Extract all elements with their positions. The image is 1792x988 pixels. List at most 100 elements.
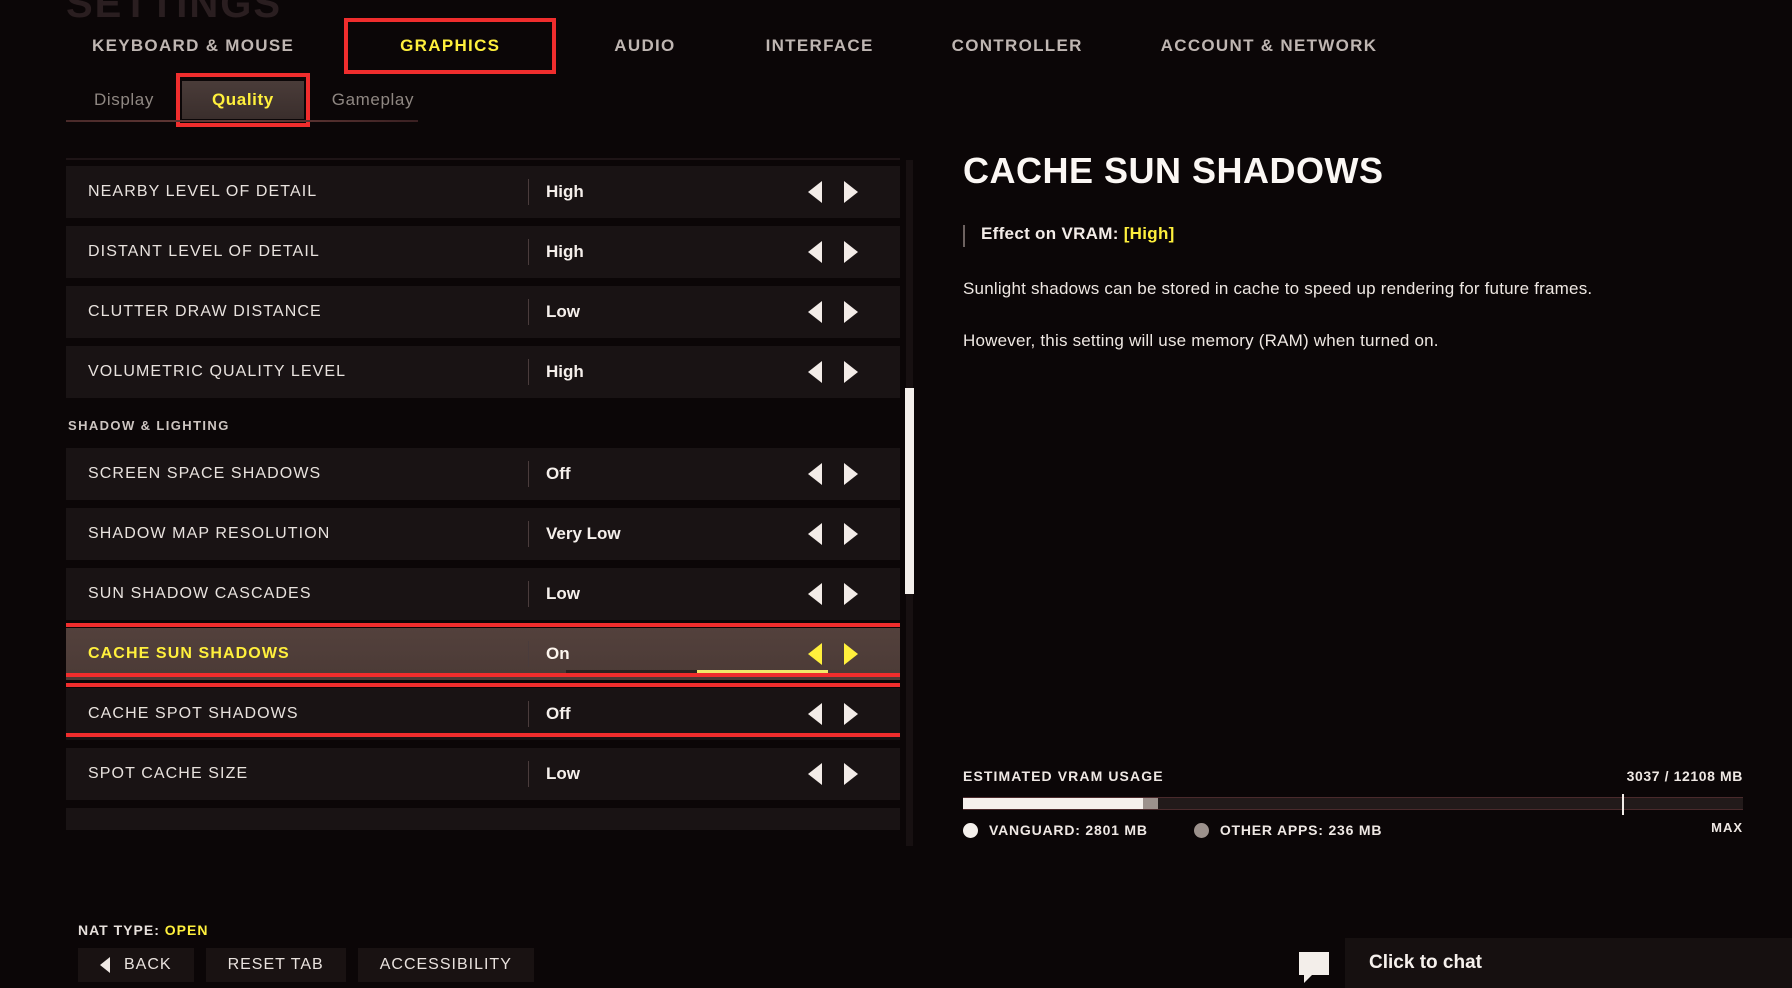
arrow-right-icon[interactable] (844, 643, 858, 665)
setting-row-shadow-map-resolution[interactable]: SHADOW MAP RESOLUTION Very Low (66, 508, 900, 560)
chat-prompt-label: Click to chat (1369, 952, 1482, 973)
detail-panel: CACHE SUN SHADOWS Effect on VRAM: [High]… (963, 150, 1743, 353)
row-divider (528, 299, 529, 325)
vram-meter: ESTIMATED VRAM USAGE 3037 / 12108 MB VAN… (963, 768, 1743, 838)
nat-type: NAT TYPE: OPEN (78, 922, 208, 938)
chat-bar[interactable]: Click to chat (1283, 938, 1792, 988)
tab-controller[interactable]: CONTROLLER (926, 26, 1109, 66)
setting-label: CLUTTER DRAW DISTANCE (88, 303, 322, 320)
setting-arrows (808, 241, 858, 263)
subtab-quality[interactable]: Quality (181, 81, 304, 119)
setting-row-nearby-level-of-detail[interactable]: NEARBY LEVEL OF DETAIL High (66, 166, 900, 218)
setting-row-partial[interactable] (66, 808, 900, 830)
setting-value: Low (546, 764, 580, 783)
arrow-right-icon[interactable] (844, 523, 858, 545)
list-top-divider (66, 158, 900, 160)
setting-row-screen-space-shadows[interactable]: SCREEN SPACE SHADOWS Off (66, 448, 900, 500)
legend-dot-icon (1193, 822, 1209, 838)
row-divider (528, 761, 529, 787)
setting-row-clutter-draw-distance[interactable]: CLUTTER DRAW DISTANCE Low (66, 286, 900, 338)
setting-value: High (546, 242, 584, 261)
setting-label: SUN SHADOW CASCADES (88, 585, 312, 602)
vram-meter-readout: 3037 / 12108 MB (1626, 768, 1743, 784)
tab-interface[interactable]: INTERFACE (740, 26, 900, 66)
arrow-left-icon[interactable] (808, 241, 822, 263)
tab-keyboard-mouse-wrap: KEYBOARD & MOUSE (0, 26, 320, 66)
setting-value: Low (546, 302, 580, 321)
setting-value: On (546, 644, 570, 663)
reset-tab-button[interactable]: RESET TAB (205, 948, 346, 982)
setting-label: SPOT CACHE SIZE (88, 765, 249, 782)
arrow-left-icon[interactable] (808, 703, 822, 725)
setting-label: NEARBY LEVEL OF DETAIL (88, 183, 318, 200)
tab-audio[interactable]: AUDIO (588, 26, 701, 66)
sub-tab-bar: Display Quality Gameplay (66, 73, 442, 127)
arrow-right-icon[interactable] (844, 241, 858, 263)
back-button[interactable]: BACK (78, 948, 194, 982)
legend-dot-icon (963, 822, 978, 838)
row-divider (528, 359, 529, 385)
subtab-gameplay[interactable]: Gameplay (304, 81, 442, 119)
accessibility-button-label: ACCESSIBILITY (379, 956, 512, 973)
arrow-right-icon[interactable] (844, 583, 858, 605)
setting-row-spot-cache-size[interactable]: SPOT CACHE SIZE Low (66, 748, 900, 800)
arrow-left-icon[interactable] (808, 301, 822, 323)
vram-legend-vanguard-label: VANGUARD: 2801 MB (989, 822, 1148, 838)
tab-audio-wrap: AUDIO (544, 26, 701, 66)
arrow-right-icon[interactable] (844, 703, 858, 725)
tab-keyboard-mouse[interactable]: KEYBOARD & MOUSE (66, 26, 320, 66)
setting-arrows (808, 181, 858, 203)
setting-row-volumetric-quality-level[interactable]: VOLUMETRIC QUALITY LEVEL High (66, 346, 900, 398)
setting-scrub-fill (697, 670, 828, 675)
subtab-underline (66, 120, 418, 122)
subtab-display[interactable]: Display (66, 81, 182, 119)
setting-value: High (546, 182, 584, 201)
detail-vram-value: [High] (1123, 224, 1175, 243)
row-divider (528, 179, 529, 205)
setting-scrub-bar[interactable] (566, 670, 828, 675)
arrow-left-icon[interactable] (808, 643, 822, 665)
setting-row-sun-shadow-cascades[interactable]: SUN SHADOW CASCADES Low (66, 568, 900, 620)
arrow-right-icon[interactable] (844, 301, 858, 323)
vram-max-label: MAX (1711, 820, 1743, 835)
tab-account-network[interactable]: ACCOUNT & NETWORK (1135, 26, 1404, 66)
chat-panel[interactable]: Click to chat (1345, 938, 1792, 988)
arrow-left-icon[interactable] (808, 523, 822, 545)
tab-controller-wrap: CONTROLLER (900, 26, 1109, 66)
detail-title: CACHE SUN SHADOWS (963, 150, 1384, 191)
setting-label: VOLUMETRIC QUALITY LEVEL (88, 363, 347, 380)
tab-graphics[interactable]: GRAPHICS (356, 26, 544, 66)
row-divider (528, 581, 529, 607)
setting-row-cache-sun-shadows[interactable]: CACHE SUN SHADOWS On (66, 628, 900, 680)
setting-row-distant-level-of-detail[interactable]: DISTANT LEVEL OF DETAIL High (66, 226, 900, 278)
arrow-left-icon[interactable] (808, 763, 822, 785)
settings-list: NEARBY LEVEL OF DETAIL High DISTANT LEVE… (66, 158, 900, 848)
vram-segment-vanguard (963, 798, 1144, 809)
setting-row-cache-spot-shadows[interactable]: CACHE SPOT SHADOWS Off (66, 688, 900, 740)
row-divider (528, 701, 529, 727)
arrow-left-icon[interactable] (808, 583, 822, 605)
row-divider (528, 641, 529, 667)
footer-button-bar: BACK RESET TAB ACCESSIBILITY (78, 948, 534, 982)
arrow-left-icon[interactable] (808, 463, 822, 485)
setting-value: Low (546, 584, 580, 603)
setting-label: SCREEN SPACE SHADOWS (88, 465, 322, 482)
section-header-shadow-lighting: SHADOW & LIGHTING (68, 417, 230, 433)
back-button-label: BACK (124, 956, 172, 973)
arrow-right-icon[interactable] (844, 181, 858, 203)
nat-type-label: NAT TYPE: (78, 922, 160, 938)
arrow-right-icon[interactable] (844, 361, 858, 383)
accessibility-button[interactable]: ACCESSIBILITY (357, 948, 534, 982)
arrow-left-icon[interactable] (808, 181, 822, 203)
settings-rows: NEARBY LEVEL OF DETAIL High DISTANT LEVE… (66, 166, 900, 848)
arrow-right-icon[interactable] (844, 763, 858, 785)
setting-label: DISTANT LEVEL OF DETAIL (88, 243, 320, 260)
arrow-right-icon[interactable] (844, 463, 858, 485)
arrow-left-icon[interactable] (808, 361, 822, 383)
setting-arrows (808, 763, 858, 785)
setting-value: Off (546, 704, 571, 723)
vram-legend-other-apps: OTHER APPS: 236 MB (1193, 822, 1382, 838)
arrow-left-icon (100, 957, 110, 973)
setting-value: Off (546, 464, 571, 483)
list-scrollbar-thumb[interactable] (905, 388, 914, 594)
